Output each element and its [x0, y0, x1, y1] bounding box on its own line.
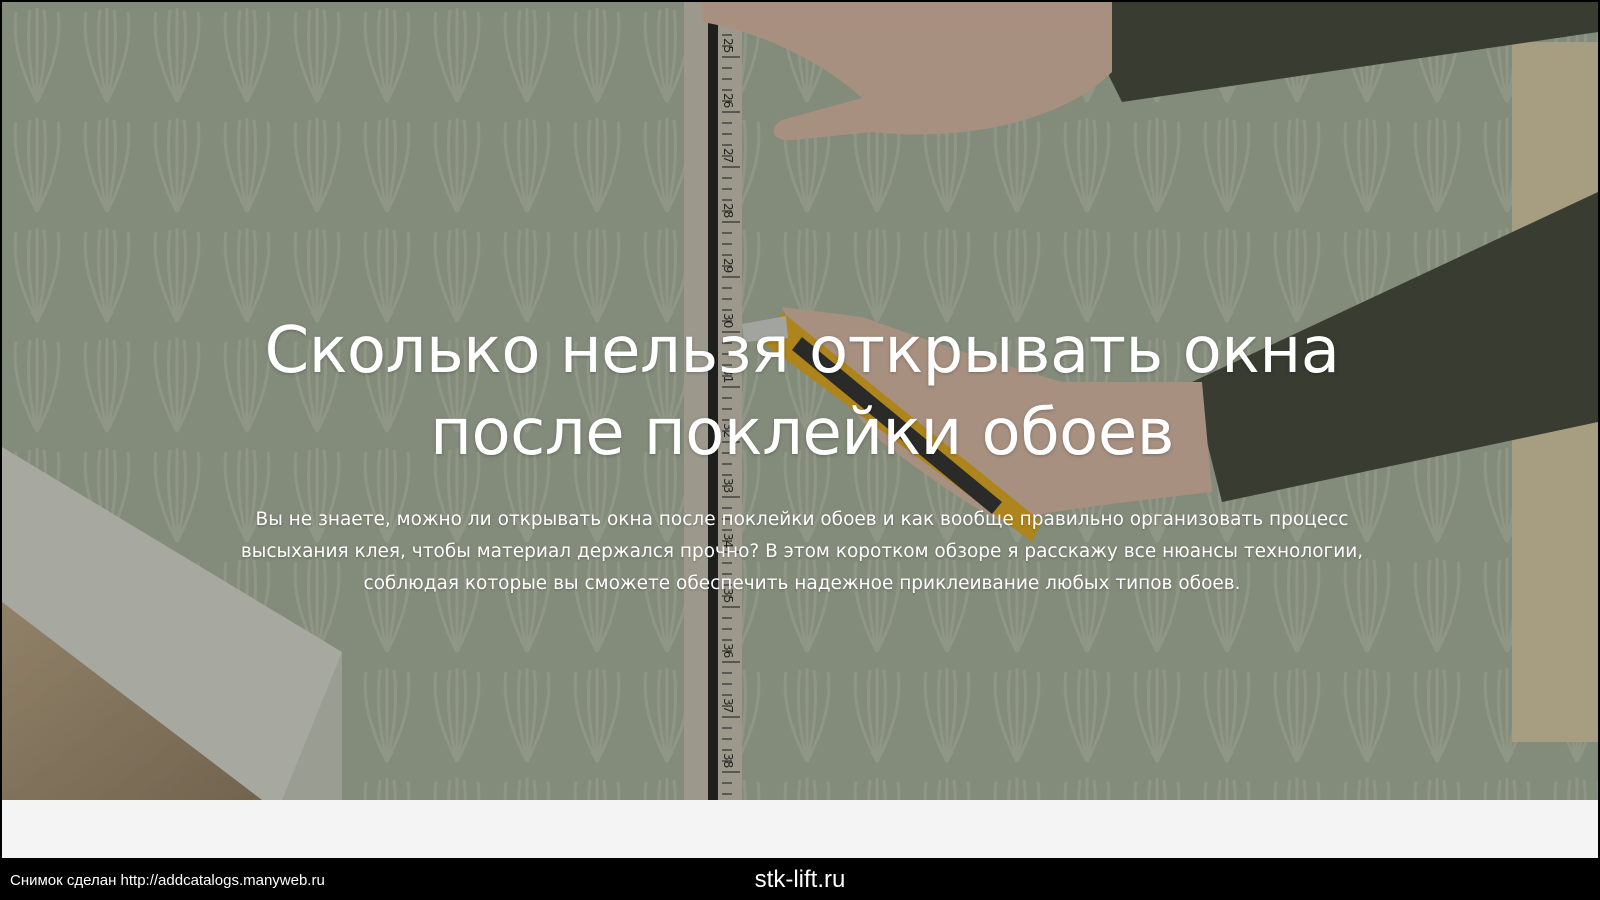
- site-domain: stk-lift.ru: [754, 866, 846, 893]
- lead-paragraph: Вы не знаете, можно ли открывать окна по…: [222, 504, 1382, 600]
- screenshot-frame: 25 26 27 28 29 30 31 32 33 34 35 36 37 38 Сколько нел…: [0, 0, 1600, 860]
- hero-banner: 25 26 27 28 29 30 31 32 33 34 35 36 37 38 Сколько нел…: [2, 2, 1598, 800]
- content-area-start: [2, 800, 1598, 858]
- page-title-line-1: Сколько нельзя открывать окна: [264, 314, 1340, 388]
- lead-line-2: высыхания клея, чтобы материал держался …: [240, 541, 1364, 562]
- lead-line-1: Вы не знаете, можно ли открывать окна по…: [255, 509, 1349, 530]
- page-title: Сколько нельзя открывать окна после покле…: [182, 310, 1422, 474]
- lead-line-3: соблюдая которые вы сможете обеспечить н…: [363, 573, 1241, 594]
- page-title-line-2: после поклейки обоев: [430, 396, 1174, 470]
- screenshot-caption-bar: Снимок сделан http://addcatalogs.manyweb…: [0, 860, 1600, 900]
